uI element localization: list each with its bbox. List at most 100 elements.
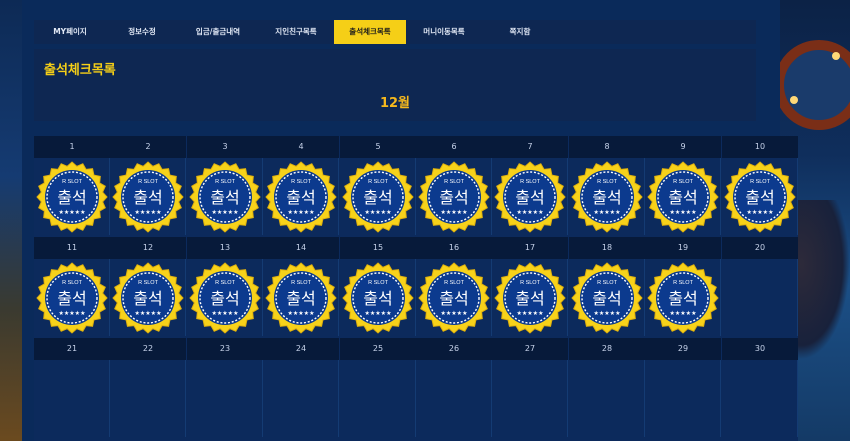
day-cell: R SLOT 출석 ★★★★★	[569, 158, 645, 235]
day-number: 3	[187, 136, 263, 158]
tab-2[interactable]: 정보수정	[106, 20, 178, 44]
day-number: 7	[492, 136, 568, 158]
day-cell: R SLOT 출석 ★★★★★	[110, 158, 186, 235]
day-number: 1	[34, 136, 110, 158]
attendance-stamp-icon: R SLOT 출석 ★★★★★	[494, 262, 566, 334]
day-cell: R SLOT 출석 ★★★★★	[645, 158, 721, 235]
day-number: 26	[416, 338, 492, 360]
decorative-light	[832, 52, 840, 60]
badge-brand: R SLOT	[138, 280, 159, 286]
attendance-stamp-icon: R SLOT 출석 ★★★★★	[189, 262, 261, 334]
day-number: 30	[722, 338, 798, 360]
mypage-panel: MY페이지 정보수정 입금/출금내역 지인친구목록 출석체크목록 머니이동목록 쪽지함 출석…	[22, 0, 798, 441]
day-cell: R SLOT 출석 ★★★★★	[187, 259, 263, 336]
day-cell	[340, 360, 416, 437]
badge-stars: ★★★★★	[441, 209, 468, 216]
day-number: 15	[340, 237, 416, 259]
tab-6[interactable]: 머니이동목록	[406, 20, 482, 44]
attendance-stamp-icon: R SLOT 출석 ★★★★★	[647, 262, 719, 334]
badge-brand: R SLOT	[291, 280, 312, 286]
badge-main-text: 출석	[439, 188, 468, 207]
badge-main-text: 출석	[515, 188, 544, 207]
attendance-stamp-icon: R SLOT 출석 ★★★★★	[112, 161, 184, 233]
tab-4[interactable]: 지인친구목록	[258, 20, 334, 44]
attendance-stamp-icon: R SLOT 출석 ★★★★★	[36, 161, 108, 233]
badge-stars: ★★★★★	[135, 209, 162, 216]
attendance-stamp-icon: R SLOT 출석 ★★★★★	[724, 161, 796, 233]
badge-stars: ★★★★★	[594, 209, 621, 216]
badge-stars: ★★★★★	[59, 209, 86, 216]
day-number: 21	[34, 338, 110, 360]
day-number: 22	[110, 338, 186, 360]
day-number: 4	[263, 136, 339, 158]
badge-main-text: 출석	[592, 188, 621, 207]
day-number: 20	[722, 237, 798, 259]
attendance-stamp-icon: R SLOT 출석 ★★★★★	[494, 161, 566, 233]
badge-main-text: 출석	[210, 289, 239, 308]
tab-5[interactable]: 출석체크목록	[334, 20, 406, 44]
day-cell	[492, 360, 568, 437]
badge-main-text: 출석	[668, 188, 697, 207]
badge-main-text: 출석	[286, 289, 315, 308]
attendance-stamp-icon: R SLOT 출석 ★★★★★	[418, 161, 490, 233]
day-number: 6	[416, 136, 492, 158]
page-title: 출석체크목록	[44, 63, 116, 78]
attendance-stamp-icon: R SLOT 출석 ★★★★★	[342, 262, 414, 334]
tab-7[interactable]: 쪽지함	[482, 20, 558, 44]
day-number: 8	[569, 136, 645, 158]
badge-stars: ★★★★★	[365, 310, 392, 317]
day-cell	[187, 360, 263, 437]
day-cell: R SLOT 출석 ★★★★★	[645, 259, 721, 336]
attendance-stamp-icon: R SLOT 출석 ★★★★★	[265, 161, 337, 233]
month-label: 12월	[379, 96, 411, 111]
badge-main-text: 출석	[363, 188, 392, 207]
badge-main-text: 출석	[133, 289, 162, 308]
badge-stars: ★★★★★	[288, 209, 315, 216]
badge-main-text: 출석	[745, 188, 774, 207]
day-number: 10	[722, 136, 798, 158]
attendance-stamp-icon: R SLOT 출석 ★★★★★	[571, 161, 643, 233]
day-cell: R SLOT 출석 ★★★★★	[34, 259, 110, 336]
badge-brand: R SLOT	[444, 179, 465, 185]
badge-main-text: 출석	[515, 289, 544, 308]
day-number: 13	[187, 237, 263, 259]
tab-1[interactable]: MY페이지	[34, 20, 106, 44]
day-cell	[569, 360, 645, 437]
badge-stars: ★★★★★	[517, 310, 544, 317]
badge-brand: R SLOT	[62, 179, 83, 185]
day-cell	[645, 360, 721, 437]
day-cell: R SLOT 출석 ★★★★★	[263, 259, 339, 336]
badge-brand: R SLOT	[673, 179, 694, 185]
day-number: 5	[340, 136, 416, 158]
tab-3[interactable]: 입금/출금내역	[178, 20, 258, 44]
badge-main-text: 출석	[363, 289, 392, 308]
day-number: 18	[569, 237, 645, 259]
badge-main-text: 출석	[57, 289, 86, 308]
day-cell: R SLOT 출석 ★★★★★	[722, 158, 798, 235]
decorative-light	[790, 96, 798, 104]
day-number: 14	[263, 237, 339, 259]
badge-stars: ★★★★★	[288, 310, 315, 317]
badge-brand: R SLOT	[520, 280, 541, 286]
day-number: 16	[416, 237, 492, 259]
attendance-stamp-icon: R SLOT 출석 ★★★★★	[571, 262, 643, 334]
attendance-stamp-icon: R SLOT 출석 ★★★★★	[112, 262, 184, 334]
day-cell: R SLOT 출석 ★★★★★	[492, 158, 568, 235]
attendance-calendar: 1 R SLOT 출석 ★★★★★ 2 R SLOT 출석 ★★★★★ 3 R SLOT 출석 ★★★…	[34, 136, 798, 441]
badge-main-text: 출석	[57, 188, 86, 207]
badge-main-text: 출석	[439, 289, 468, 308]
badge-stars: ★★★★★	[670, 209, 697, 216]
day-number: 11	[34, 237, 110, 259]
badge-brand: R SLOT	[62, 280, 83, 286]
background-left	[0, 0, 22, 441]
attendance-stamp-icon: R SLOT 출석 ★★★★★	[36, 262, 108, 334]
day-cell	[722, 259, 798, 336]
badge-stars: ★★★★★	[747, 209, 774, 216]
attendance-stamp-icon: R SLOT 출석 ★★★★★	[418, 262, 490, 334]
badge-main-text: 출석	[592, 289, 621, 308]
attendance-stamp-icon: R SLOT 출석 ★★★★★	[647, 161, 719, 233]
badge-brand: R SLOT	[444, 280, 465, 286]
badge-main-text: 출석	[210, 188, 239, 207]
badge-stars: ★★★★★	[59, 310, 86, 317]
badge-stars: ★★★★★	[365, 209, 392, 216]
